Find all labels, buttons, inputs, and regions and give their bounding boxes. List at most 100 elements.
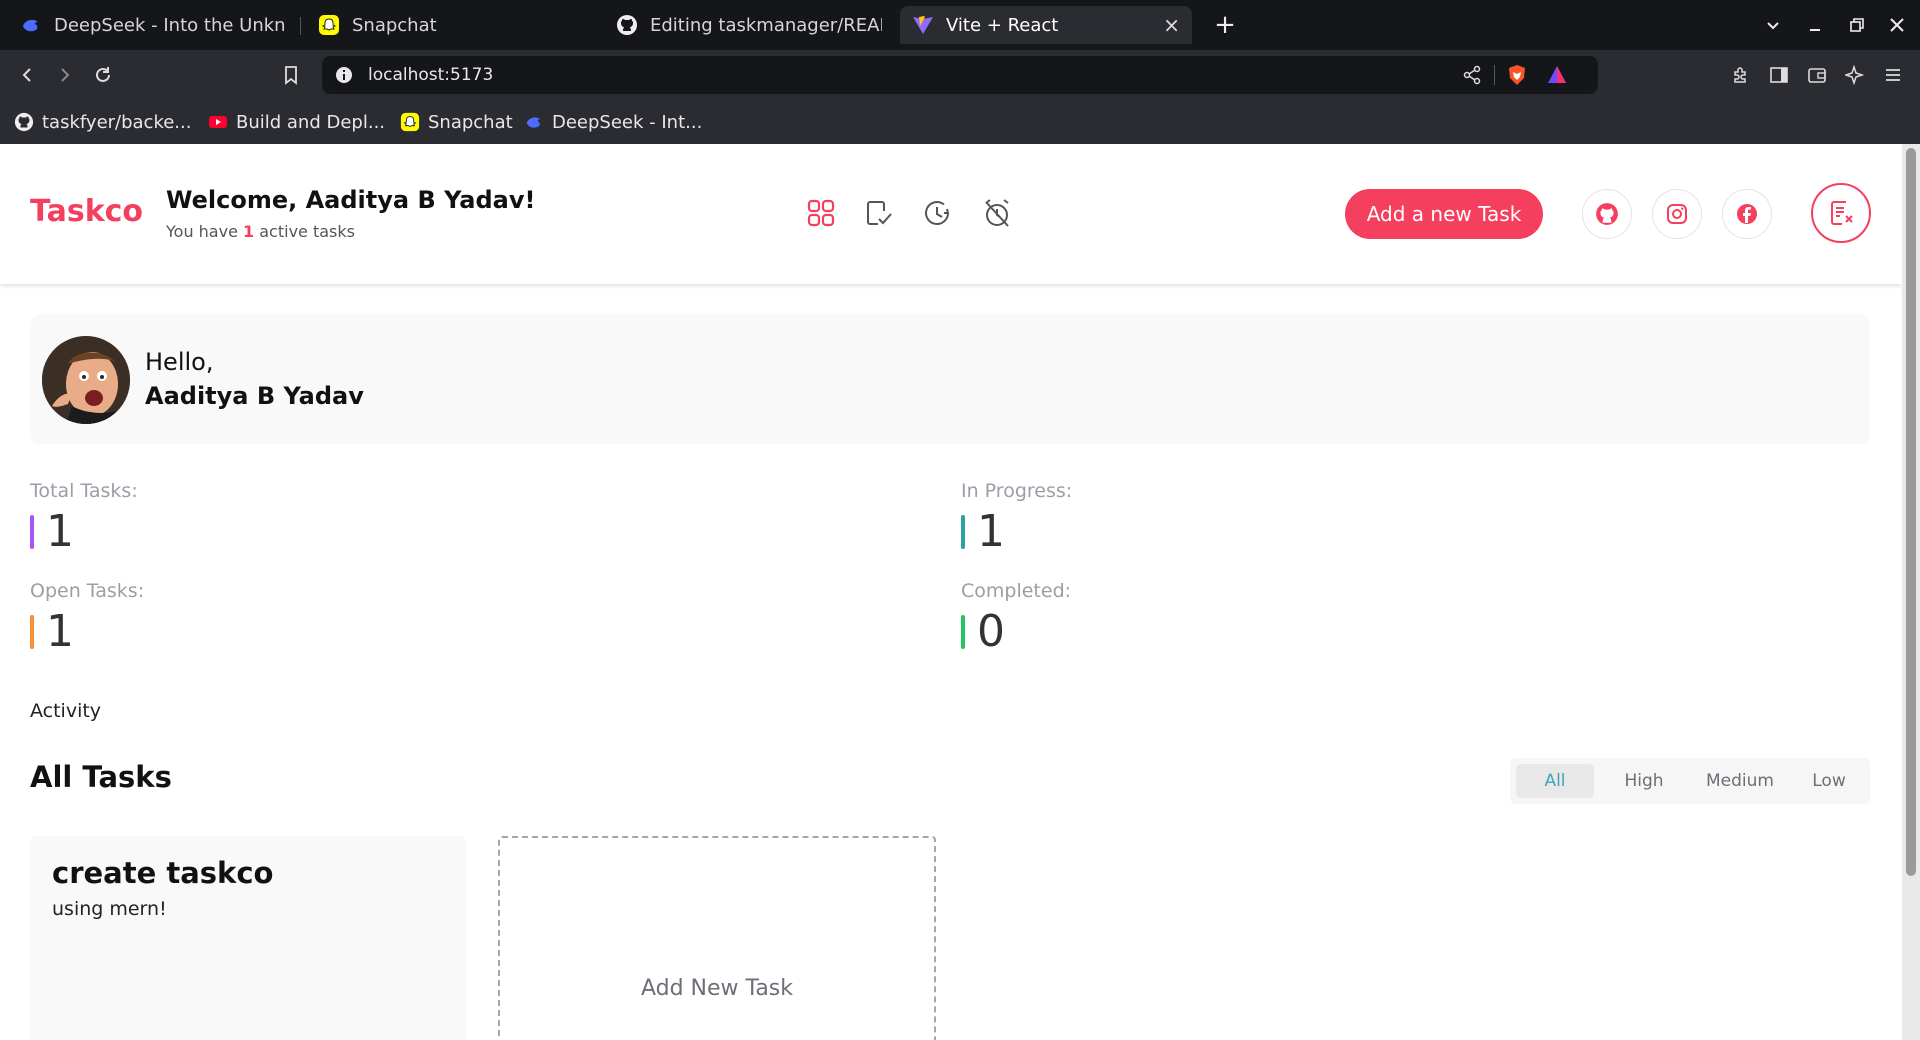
stat-value: 1 xyxy=(46,506,74,557)
reload-icon[interactable] xyxy=(88,60,118,90)
sidebar-icon[interactable] xyxy=(1764,60,1794,90)
facebook-icon[interactable] xyxy=(1722,189,1772,239)
completed-tasks-icon[interactable] xyxy=(861,196,895,230)
stat-in-progress: In Progress: 1 xyxy=(961,480,1072,556)
close-window-icon[interactable] xyxy=(1882,10,1912,40)
menu-icon[interactable] xyxy=(1878,60,1908,90)
bookmark-build-deploy[interactable]: Build and Depl... xyxy=(208,108,385,136)
deepseek-icon xyxy=(20,14,42,36)
active-tasks-count: 1 xyxy=(243,222,255,241)
bookmark-label: Snapchat xyxy=(428,111,513,133)
avatar[interactable] xyxy=(42,336,130,424)
active-tasks-text: You have 1 active tasks xyxy=(166,222,355,241)
extensions-icon[interactable] xyxy=(1726,60,1756,90)
tab-title: DeepSeek - Into the Unknow xyxy=(54,14,286,36)
page-scrollbar[interactable] xyxy=(1902,144,1920,1040)
filter-medium[interactable]: Medium xyxy=(1692,764,1788,798)
stat-label: Total Tasks: xyxy=(30,480,138,502)
tab-github[interactable]: Editing taskmanager/READM xyxy=(604,6,894,44)
bookmark-icon[interactable] xyxy=(276,60,306,90)
brave-shields-icon[interactable] xyxy=(1506,64,1528,90)
close-tab-icon[interactable]: × xyxy=(1163,13,1180,37)
page-viewport: Taskco Welcome, Aaditya B Yadav! You hav… xyxy=(0,144,1902,1040)
bookmark-snapchat[interactable]: Snapchat xyxy=(400,108,513,136)
priority-filter: All High Medium Low xyxy=(1510,758,1870,804)
tab-title: Editing taskmanager/READM xyxy=(650,14,882,36)
stat-open-tasks: Open Tasks: 1 xyxy=(30,580,144,656)
filter-low[interactable]: Low xyxy=(1792,764,1866,798)
brave-rewards-icon[interactable] xyxy=(1546,64,1568,90)
stat-completed: Completed: 0 xyxy=(961,580,1071,656)
bookmark-label: taskfyer/backe... xyxy=(42,111,192,133)
browser-toolbar: localhost:5173 xyxy=(0,50,1920,100)
stat-label: In Progress: xyxy=(961,480,1073,502)
stat-bar xyxy=(30,515,34,549)
stat-bar xyxy=(961,615,965,649)
address-bar[interactable]: localhost:5173 xyxy=(322,56,1598,94)
all-tasks-heading: All Tasks xyxy=(30,760,172,794)
github-icon[interactable] xyxy=(1582,189,1632,239)
share-icon[interactable] xyxy=(1462,65,1482,89)
stat-total-tasks: Total Tasks: 1 xyxy=(30,480,138,556)
vite-icon xyxy=(912,14,934,36)
stat-bar xyxy=(961,515,965,549)
tab-vite-react[interactable]: Vite + React × xyxy=(900,6,1192,44)
profile-card: Hello, Aaditya B Yadav xyxy=(30,314,1870,444)
stat-value: 0 xyxy=(977,606,1005,657)
tab-deepseek[interactable]: DeepSeek - Into the Unknow xyxy=(8,6,298,44)
user-name: Aaditya B Yadav xyxy=(145,382,364,410)
tab-title: Snapchat xyxy=(352,14,437,36)
tab-separator xyxy=(300,17,301,35)
app-logo[interactable]: Taskco xyxy=(30,194,143,229)
instagram-icon[interactable] xyxy=(1652,189,1702,239)
task-card[interactable]: create taskco using mern! xyxy=(30,836,466,1040)
tab-list-chevron-icon[interactable] xyxy=(1758,10,1788,40)
task-title: create taskco xyxy=(52,856,274,890)
task-description: using mern! xyxy=(52,898,167,920)
stat-label: Open Tasks: xyxy=(30,580,145,602)
stat-value: 1 xyxy=(46,606,74,657)
restore-icon[interactable] xyxy=(1842,10,1872,40)
app-header: Taskco Welcome, Aaditya B Yadav! You hav… xyxy=(0,144,1902,284)
welcome-heading: Welcome, Aaditya B Yadav! xyxy=(166,186,536,214)
greeting-text: Hello, xyxy=(145,348,214,376)
leo-ai-icon[interactable] xyxy=(1840,60,1870,90)
add-new-task-card[interactable]: Add New Task xyxy=(498,836,936,1040)
grid-icon[interactable] xyxy=(804,196,838,230)
stat-bar xyxy=(30,615,34,649)
bookmark-label: Build and Depl... xyxy=(236,111,386,133)
filter-all[interactable]: All xyxy=(1516,764,1594,798)
minimize-icon[interactable] xyxy=(1800,10,1830,40)
url-text: localhost:5173 xyxy=(368,65,494,85)
back-icon[interactable] xyxy=(12,60,42,90)
github-icon xyxy=(14,112,34,132)
tab-title: Vite + React xyxy=(946,14,1059,36)
stat-label: Completed: xyxy=(961,580,1072,602)
snapchat-icon xyxy=(400,112,420,132)
site-info-icon[interactable] xyxy=(334,65,354,89)
new-tab-button[interactable]: + xyxy=(1210,10,1240,40)
bookmarks-bar: taskfyer/backe... Build and Depl... Snap… xyxy=(0,100,1920,144)
overdue-alarm-icon[interactable] xyxy=(980,196,1014,230)
activity-heading: Activity xyxy=(30,700,102,722)
task-report-icon[interactable] xyxy=(1811,183,1871,243)
snapchat-icon xyxy=(318,14,340,36)
wallet-icon[interactable] xyxy=(1802,60,1832,90)
subtext-pre: You have xyxy=(166,222,244,241)
stat-value: 1 xyxy=(977,506,1005,557)
pending-clock-icon[interactable] xyxy=(920,196,954,230)
scrollbar-thumb[interactable] xyxy=(1906,148,1916,876)
bookmark-label: DeepSeek - Int... xyxy=(552,111,703,133)
github-icon xyxy=(616,14,638,36)
forward-icon[interactable] xyxy=(50,60,80,90)
bookmark-deepseek[interactable]: DeepSeek - Int... xyxy=(524,108,702,136)
add-new-task-label: Add New Task xyxy=(640,976,794,1001)
bookmark-taskfyer[interactable]: taskfyer/backe... xyxy=(14,108,191,136)
subtext-post: active tasks xyxy=(254,222,355,241)
filter-high[interactable]: High xyxy=(1604,764,1684,798)
browser-tab-bar: DeepSeek - Into the Unknow Snapchat Edit… xyxy=(0,0,1920,50)
youtube-icon xyxy=(208,112,228,132)
tab-snapchat[interactable]: Snapchat xyxy=(306,6,596,44)
add-task-button[interactable]: Add a new Task xyxy=(1345,189,1543,239)
url-divider xyxy=(1494,65,1495,85)
